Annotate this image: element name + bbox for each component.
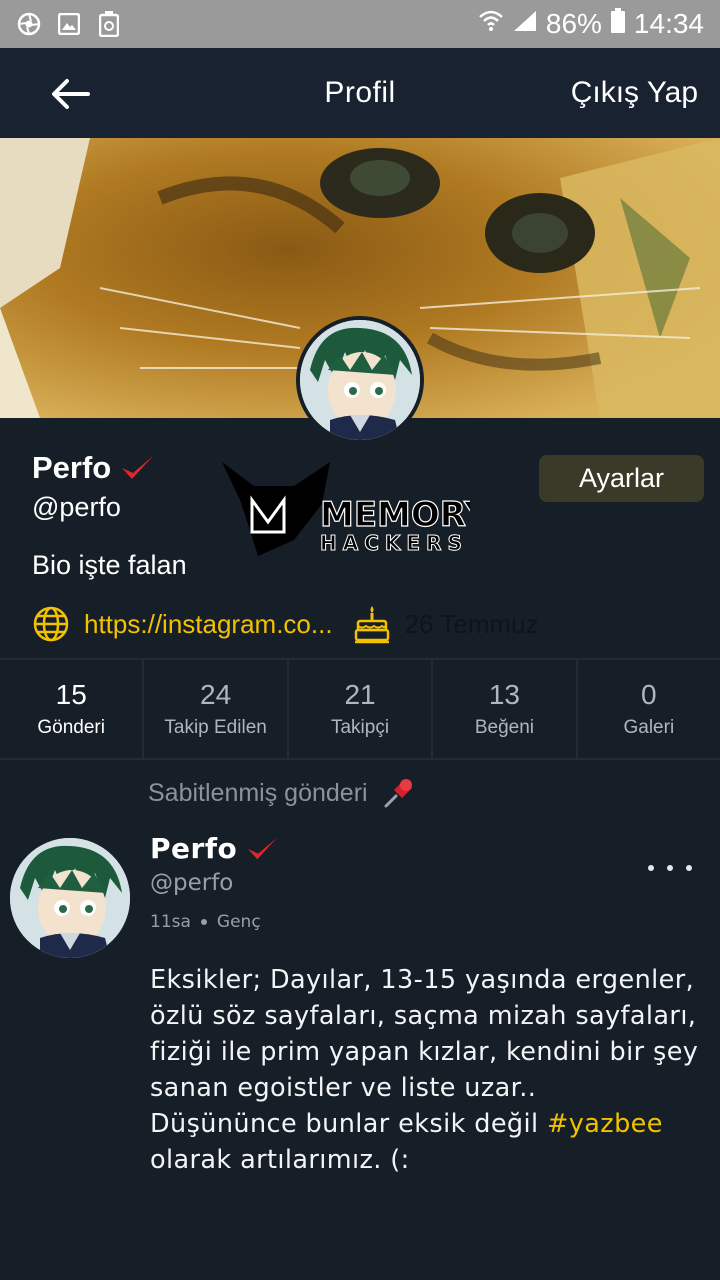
stat-value: 24 xyxy=(200,679,232,710)
watermark-line2: HACKERS xyxy=(320,531,468,555)
stat-following[interactable]: 24 Takip Edilen xyxy=(144,660,289,758)
clock: 14:34 xyxy=(633,8,704,39)
stat-posts[interactable]: 15 Gönderi xyxy=(0,660,145,758)
verified-check-icon xyxy=(122,456,154,479)
post-time: 11sa xyxy=(150,912,191,932)
settings-button[interactable]: Ayarlar xyxy=(539,455,704,502)
stat-value: 15 xyxy=(55,679,87,710)
post-author-avatar[interactable] xyxy=(10,838,130,958)
stat-value: 0 xyxy=(641,679,657,710)
profile-handle: @perfo xyxy=(32,492,121,522)
birthday-cake-icon xyxy=(354,606,389,644)
pushpin-icon xyxy=(384,779,412,808)
logout-button[interactable]: Çıkış Yap xyxy=(571,76,698,110)
profile-name-text: Perfo xyxy=(32,450,112,485)
globe-icon xyxy=(33,606,69,642)
battery-percentage: 86% xyxy=(545,8,602,39)
more-dot xyxy=(686,865,692,871)
verified-check-icon xyxy=(248,837,278,859)
status-bar: 86% 14:34 xyxy=(0,0,720,48)
stat-label: Takip Edilen xyxy=(164,717,267,738)
stat-label: Galeri xyxy=(623,717,675,738)
stat-label: Beğeni xyxy=(474,717,534,738)
wifi-icon xyxy=(478,8,504,40)
profile-link[interactable]: https://instagram.co... xyxy=(84,609,333,640)
post-body: Eksikler; Dayılar, 13-15 yaşında ergenle… xyxy=(150,962,710,1178)
stats-bar: 15 Gönderi 24 Takip Edilen 21 Takipçi 13… xyxy=(0,658,720,760)
profile-name: Perfo xyxy=(32,450,155,486)
post-category[interactable]: Genç xyxy=(217,912,261,932)
post-text-end: olarak artılarımız. (: xyxy=(150,1145,410,1175)
signal-icon xyxy=(512,8,538,40)
stat-gallery[interactable]: 0 Galeri xyxy=(578,660,720,758)
stat-likes[interactable]: 13 Beğeni xyxy=(433,660,578,758)
profile-bio: Bio işte falan xyxy=(32,550,187,580)
more-dot xyxy=(648,865,654,871)
pinned-post-label: Sabitlenmiş gönderi xyxy=(148,776,416,810)
profile-meta: https://instagram.co... 26 Temmuz xyxy=(32,602,538,646)
stat-value: 13 xyxy=(488,679,520,710)
recycle-battery-icon xyxy=(96,11,122,37)
battery-icon xyxy=(610,7,626,41)
stat-label: Gönderi xyxy=(37,717,105,738)
more-options-button[interactable] xyxy=(648,856,692,880)
stat-followers[interactable]: 21 Takipçi xyxy=(289,660,434,758)
stat-label: Takipçi xyxy=(330,717,390,738)
gallery-icon xyxy=(56,11,82,37)
post-author-name[interactable]: Perfo xyxy=(150,832,279,865)
watermark-logo: MEMORY HACKERS xyxy=(218,458,490,558)
birthday-text: 26 Temmuz xyxy=(404,608,539,639)
pinned-text: Sabitlenmiş gönderi xyxy=(148,778,368,807)
watermark-line1: MEMORY xyxy=(320,495,470,535)
aperture-icon xyxy=(16,11,42,37)
post-text-second: Düşününce bunlar eksik değil xyxy=(150,1109,547,1139)
profile-avatar[interactable] xyxy=(296,316,424,444)
hashtag-link[interactable]: #yazbee xyxy=(547,1109,663,1139)
post-text-main: Eksikler; Dayılar, 13-15 yaşında ergenle… xyxy=(150,965,699,1103)
app-bar: Profil Çıkış Yap xyxy=(0,48,720,138)
post-author-text: Perfo xyxy=(150,832,238,865)
post-author-handle: @perfo xyxy=(150,870,234,896)
more-dot xyxy=(667,865,673,871)
post-meta: 11sa Genç xyxy=(150,912,261,932)
separator-dot xyxy=(200,919,207,925)
stat-value: 21 xyxy=(344,679,376,710)
